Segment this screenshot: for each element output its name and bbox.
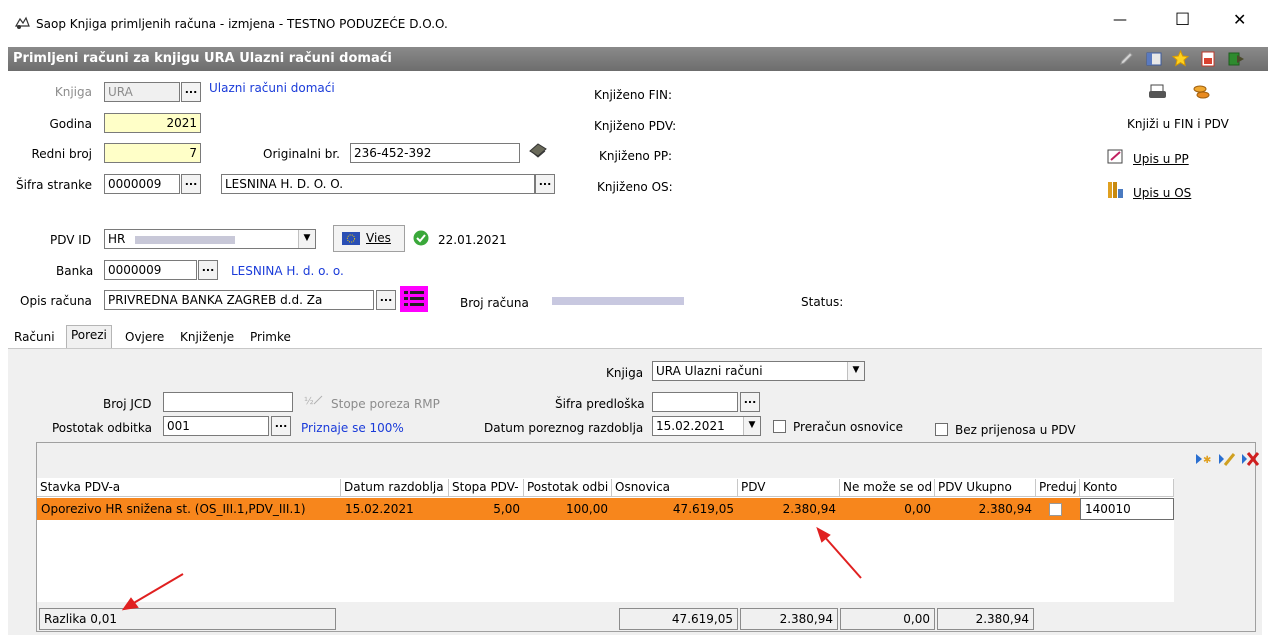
arrow-to-pdv — [816, 526, 862, 579]
arrow-to-razlika — [121, 573, 184, 611]
annotation-arrows — [121, 526, 862, 611]
